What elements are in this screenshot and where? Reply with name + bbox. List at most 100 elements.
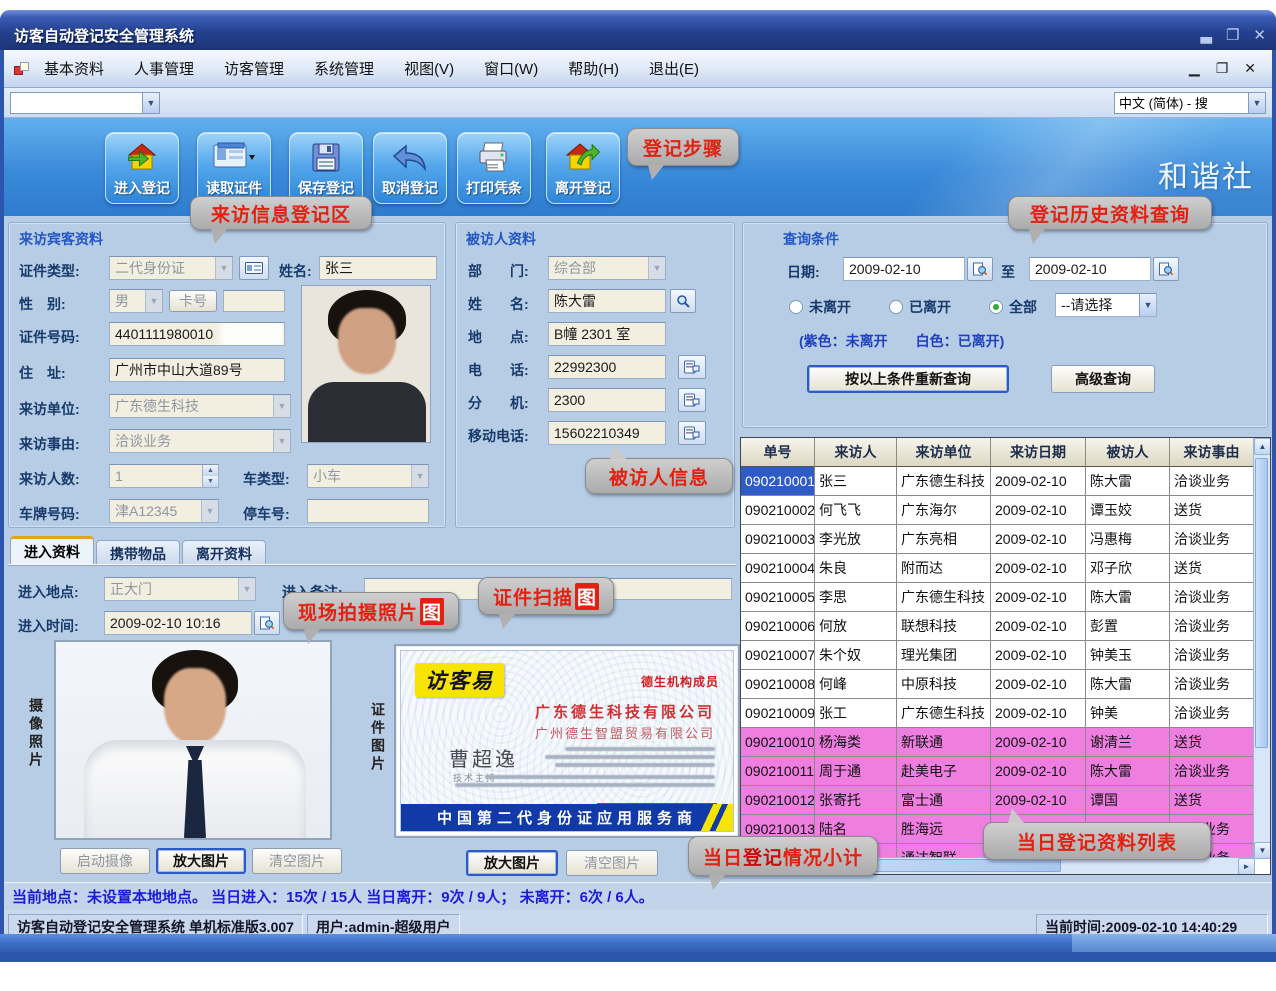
- menu-item[interactable]: 基本资料: [44, 58, 104, 79]
- table-row[interactable]: 090210012 张寄托 富士通 2009-02-10 谭国 送货: [741, 786, 1253, 815]
- scroll-right-icon[interactable]: ►: [1238, 858, 1255, 875]
- table-row[interactable]: 090210002 何飞飞 广东海尔 2009-02-10 谭玉姣 送货: [741, 496, 1253, 525]
- cancel-register-button[interactable]: 取消登记: [373, 132, 447, 204]
- card-no-field[interactable]: [223, 290, 285, 312]
- callout-daily-summary: 当日登记情况小计: [688, 836, 878, 876]
- chevron-down-icon[interactable]: ▼: [1139, 294, 1156, 316]
- restore-icon[interactable]: ❐: [1226, 26, 1239, 44]
- calendar-search-icon: [260, 616, 274, 630]
- main-area: 来访宾客资料 证件类型: 二代身份证▼ 姓名: 张三 性 别: 男▼ 卡号 证件…: [4, 216, 1272, 882]
- table-row[interactable]: 090210011 周于通 赴美电子 2009-02-10 陈大雷 洽谈业务: [741, 757, 1253, 786]
- date-to-picker-button[interactable]: [1153, 257, 1179, 281]
- date-from-field[interactable]: 2009-02-10: [843, 257, 965, 281]
- table-row[interactable]: 090210005 李思 广东德生科技 2009-02-10 陈大雷 洽谈业务: [741, 583, 1253, 612]
- table-row[interactable]: 090210004 朱良 附而达 2009-02-10 邓子欣 送货: [741, 554, 1253, 583]
- mdi-restore-icon[interactable]: ❐: [1216, 60, 1229, 77]
- menu-item[interactable]: 退出(E): [649, 58, 699, 79]
- phone-field[interactable]: 22992300: [548, 355, 666, 379]
- parking-label: 停车号:: [243, 504, 290, 524]
- cert-no-field[interactable]: 4401111980010: [109, 322, 285, 346]
- table-vertical-scrollbar[interactable]: ▲ ▼: [1253, 438, 1270, 859]
- read-card-button[interactable]: 读取证件: [197, 132, 271, 204]
- language-combo[interactable]: 中文 (简体) - 搜 ▼: [1114, 92, 1266, 114]
- chevron-down-icon: ▼: [411, 465, 428, 487]
- dial-phone-button[interactable]: [678, 355, 706, 379]
- print-ticket-button[interactable]: 打印凭条: [457, 132, 531, 204]
- scroll-down-icon[interactable]: ▼: [1254, 842, 1271, 859]
- menu-item[interactable]: 访客管理: [224, 58, 284, 79]
- enlarge-photo-button[interactable]: 放大图片: [156, 848, 246, 874]
- mdi-minimize-icon[interactable]: ▁: [1189, 60, 1200, 77]
- radio-icon: [989, 300, 1003, 314]
- card-person-name: 曹超逸: [449, 743, 518, 772]
- minimize-icon[interactable]: ▃: [1200, 26, 1212, 44]
- table-row[interactable]: 090210010 杨海类 新联通 2009-02-10 谢清兰 送货: [741, 728, 1253, 757]
- table-row[interactable]: 090210008 何峰 中原科技 2009-02-10 陈大雷 洽谈业务: [741, 670, 1253, 699]
- visited-section-title: 被访人资料: [466, 229, 536, 249]
- radio-all[interactable]: 全部: [989, 297, 1037, 317]
- mobile-field[interactable]: 15602210349: [548, 421, 666, 445]
- phone-message-icon: [684, 393, 700, 407]
- callout-history-query: 登记历史资料查询: [1008, 196, 1212, 230]
- search-person-button[interactable]: [670, 289, 696, 313]
- menu-item[interactable]: 系统管理: [314, 58, 374, 79]
- visited-name-field[interactable]: 陈大雷: [548, 289, 666, 313]
- date-to-field[interactable]: 2009-02-10: [1029, 257, 1151, 281]
- camera-photo: [54, 640, 332, 840]
- mdi-close-icon[interactable]: ✕: [1244, 60, 1256, 77]
- address-field[interactable]: 广州市中山大道89号: [109, 358, 285, 382]
- reason-filter-combo[interactable]: --请选择▼: [1055, 293, 1157, 317]
- dial-mobile-button[interactable]: [678, 421, 706, 445]
- read-id-icon-button[interactable]: [239, 256, 269, 280]
- requery-button[interactable]: 按以上条件重新查询: [807, 365, 1009, 393]
- radio-not-left[interactable]: 未离开: [789, 297, 851, 317]
- parking-field[interactable]: [307, 499, 429, 523]
- table-header-row: 单号 来访人 来访单位 来访日期 被访人 来访事由: [741, 438, 1253, 467]
- table-body: 090210001 张三 广东德生科技 2009-02-10 陈大雷 洽谈业务 …: [741, 467, 1253, 873]
- date-from-picker-button[interactable]: [967, 257, 993, 281]
- advanced-query-button[interactable]: 高级查询: [1051, 365, 1155, 393]
- table-row[interactable]: 090210007 朱个奴 理光集团 2009-02-10 钟美玉 洽谈业务: [741, 641, 1253, 670]
- scroll-up-icon[interactable]: ▲: [1254, 438, 1271, 455]
- chevron-down-icon[interactable]: ▼: [1248, 93, 1265, 113]
- calendar-search-icon: [1159, 262, 1173, 276]
- entry-time-field[interactable]: 2009-02-10 10:16: [104, 611, 252, 635]
- quick-select-combo[interactable]: ▼: [10, 92, 160, 114]
- card-no-button[interactable]: 卡号: [169, 290, 217, 312]
- table-row[interactable]: 090210001 张三 广东德生科技 2009-02-10 陈大雷 洽谈业务: [741, 467, 1253, 496]
- enter-register-button[interactable]: 进入登记: [105, 132, 179, 204]
- start-camera-button[interactable]: 启动摄像: [60, 848, 150, 874]
- leave-register-button[interactable]: 离开登记: [546, 132, 620, 204]
- chevron-down-icon[interactable]: ▼: [142, 93, 159, 113]
- table-row[interactable]: 090210009 张工 广东德生科技 2009-02-10 钟美 洽谈业务: [741, 699, 1253, 728]
- visitor-name-field[interactable]: 张三: [319, 256, 437, 280]
- table-row[interactable]: 090210006 何放 联想科技 2009-02-10 彭置 洽谈业务: [741, 612, 1253, 641]
- menu-item[interactable]: 视图(V): [404, 58, 454, 79]
- enlarge-cert-button[interactable]: 放大图片: [466, 850, 558, 876]
- date-label: 日期:: [787, 262, 820, 282]
- menu-item[interactable]: 帮助(H): [568, 58, 619, 79]
- ext-field[interactable]: 2300: [548, 388, 666, 412]
- place-field[interactable]: B幢 2301 室: [548, 322, 666, 346]
- tab-carried-items[interactable]: 携带物品: [96, 540, 180, 566]
- dept-label: 部 门:: [468, 261, 529, 281]
- tab-entry-info[interactable]: 进入资料: [10, 536, 94, 564]
- tab-leave-info[interactable]: 离开资料: [182, 540, 266, 566]
- radio-icon: [789, 300, 803, 314]
- app-icon: [14, 61, 30, 77]
- menu-items: 基本资料 人事管理 访客管理 系统管理 视图(V) 窗口(W) 帮助(H) 退出(E): [44, 58, 699, 79]
- entry-time-picker-button[interactable]: [254, 611, 280, 635]
- combo-bar: ▼ 中文 (简体) - 搜 ▼: [4, 88, 1272, 118]
- save-register-button[interactable]: 保存登记: [289, 132, 363, 204]
- menu-item[interactable]: 窗口(W): [484, 58, 538, 79]
- table-row[interactable]: 090210003 李光放 广东亮相 2009-02-10 冯惠梅 洽谈业务: [741, 525, 1253, 554]
- dial-ext-button[interactable]: [678, 388, 706, 412]
- clear-cert-button[interactable]: 清空图片: [566, 850, 658, 876]
- callout-daily-list: 当日登记资料列表: [983, 822, 1211, 860]
- close-icon[interactable]: ✕: [1253, 26, 1266, 44]
- menu-item[interactable]: 人事管理: [134, 58, 194, 79]
- chevron-down-icon: ▼: [648, 257, 665, 279]
- radio-left[interactable]: 已离开: [889, 297, 951, 317]
- card-company1: 广东德生科技有限公司: [535, 701, 715, 722]
- clear-photo-button[interactable]: 清空图片: [252, 848, 342, 874]
